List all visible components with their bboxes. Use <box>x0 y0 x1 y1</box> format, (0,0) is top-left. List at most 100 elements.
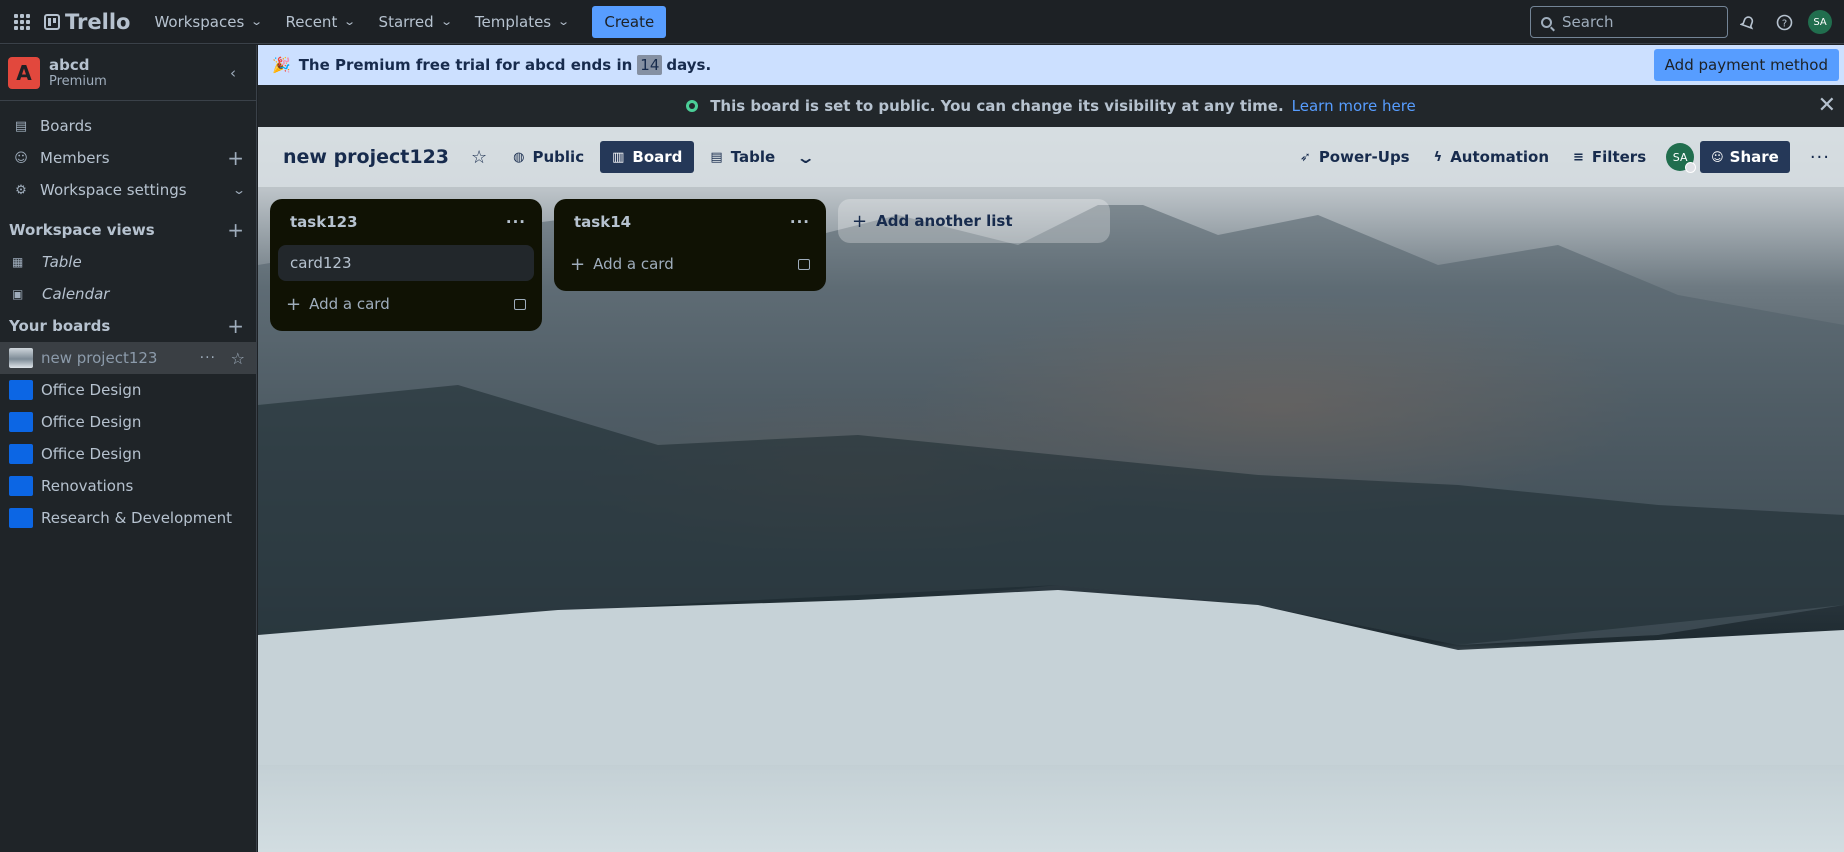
collapse-sidebar-icon[interactable]: ‹ <box>230 64 236 82</box>
star-icon[interactable]: ☆ <box>231 349 245 368</box>
user-avatar[interactable]: SA <box>1808 10 1832 34</box>
action-label: Power-Ups <box>1318 148 1410 166</box>
card[interactable]: card123 <box>278 245 534 281</box>
board-thumbnail <box>9 412 33 432</box>
tab-label: Table <box>730 148 776 166</box>
board-title[interactable]: new project123 <box>283 146 449 168</box>
tab-label: Board <box>632 148 683 166</box>
sidebar-item-members[interactable]: ☺ Members + <box>0 142 256 174</box>
notifications-bell-icon[interactable] <box>1736 10 1760 34</box>
add-board-icon[interactable]: + <box>227 314 244 338</box>
sidebar-board-item[interactable]: Research & Development <box>0 502 256 534</box>
globe-icon <box>686 100 699 112</box>
add-member-icon[interactable]: + <box>227 146 244 170</box>
add-list-button[interactable]: + Add another list <box>838 199 1110 243</box>
sidebar-board-item[interactable]: Office Design <box>0 374 256 406</box>
sidebar-board-item[interactable]: Office Design <box>0 438 256 470</box>
chevron-down-icon: ⌄ <box>343 15 357 28</box>
workspace-name[interactable]: abcd <box>49 56 107 74</box>
your-boards-heading: Your boards + <box>0 310 256 342</box>
visibility-button[interactable]: ◍ Public <box>501 141 596 173</box>
list-header[interactable]: task14 ··· <box>554 199 826 245</box>
power-ups-button[interactable]: ➶ Power-Ups <box>1288 141 1422 173</box>
logo-text: Trello <box>65 9 131 34</box>
board-item-label: Office Design <box>41 381 142 399</box>
add-person-icon: ☺ <box>1711 150 1724 164</box>
workspace-plan: Premium <box>49 74 107 89</box>
recent-menu-label: Recent <box>285 12 338 31</box>
star-icon[interactable]: ☆ <box>471 147 487 168</box>
share-button[interactable]: ☺ Share <box>1700 141 1790 173</box>
views-dropdown[interactable]: ⌄ <box>787 141 824 173</box>
add-view-icon[interactable]: + <box>227 218 244 242</box>
board-item-label: Office Design <box>41 413 142 431</box>
tab-table-view[interactable]: ▤ Table <box>698 141 787 173</box>
starred-menu[interactable]: Starred ⌄ <box>367 6 463 38</box>
tab-board-view[interactable]: ▥ Board <box>600 141 695 173</box>
filters-button[interactable]: ≡ Filters <box>1561 141 1658 173</box>
board-header: new project123 ☆ ◍ Public ▥ Board ▤ Tabl… <box>258 127 1844 187</box>
more-options-icon[interactable]: ··· <box>1810 147 1830 168</box>
search-icon <box>1541 16 1552 28</box>
trial-text: The Premium free trial for abcd ends in <box>298 56 633 74</box>
plus-icon: + <box>852 210 868 232</box>
workspace-avatar[interactable]: A <box>8 56 40 89</box>
add-card-button[interactable]: + Add a card <box>554 245 826 283</box>
help-icon[interactable]: ? <box>1772 10 1796 34</box>
globe-icon: ◍ <box>513 149 525 165</box>
sidebar-view-table[interactable]: ▦ Table <box>0 246 256 278</box>
automation-button[interactable]: ϟ Automation <box>1422 141 1561 173</box>
view-label: Table <box>42 253 82 271</box>
more-options-icon[interactable]: ··· <box>200 350 216 366</box>
rocket-icon: ➶ <box>1299 149 1311 165</box>
sidebar-item-workspace-settings[interactable]: ⚙ Workspace settings ⌄ <box>0 174 256 206</box>
add-card-label: Add a card <box>309 295 390 313</box>
member-avatar[interactable]: SA <box>1666 143 1697 173</box>
add-card-button[interactable]: + Add a card <box>270 285 542 323</box>
trello-logo[interactable]: Trello <box>44 10 130 34</box>
action-label: Filters <box>1591 148 1647 166</box>
list-menu-icon[interactable]: ··· <box>506 213 526 231</box>
learn-more-link[interactable]: Learn more here <box>1292 97 1416 115</box>
section-label: Your boards <box>9 317 111 335</box>
board-item-label: Renovations <box>41 477 134 495</box>
sidebar-view-calendar[interactable]: ▣ Calendar <box>0 278 256 310</box>
close-icon[interactable]: ✕ <box>1818 93 1836 118</box>
workspace-views-heading: Workspace views + <box>0 214 256 246</box>
board-thumbnail <box>9 508 33 528</box>
list-header[interactable]: task123 ··· <box>270 199 542 245</box>
sidebar-board-item[interactable]: new project123 ··· ☆ <box>0 342 256 374</box>
workspaces-menu[interactable]: Workspaces ⌄ <box>142 6 273 38</box>
list-title[interactable]: task123 <box>290 213 358 231</box>
table-icon: ▤ <box>710 149 723 165</box>
sidebar-board-item[interactable]: Renovations <box>0 470 256 502</box>
add-list-label: Add another list <box>876 212 1013 230</box>
starred-menu-label: Starred <box>378 12 434 31</box>
chevron-down-icon: ⌄ <box>795 147 816 167</box>
share-label: Share <box>1729 148 1779 166</box>
list-column: task123 ··· card123 + Add a card <box>270 199 542 331</box>
chevron-down-icon: ⌄ <box>439 15 453 28</box>
template-icon[interactable] <box>514 298 526 310</box>
chevron-down-icon: ⌄ <box>250 15 264 28</box>
public-visibility-banner: This board is set to public. You can cha… <box>258 85 1844 127</box>
view-label: Calendar <box>42 285 110 303</box>
trello-logo-icon <box>44 13 60 30</box>
template-icon[interactable] <box>798 258 810 270</box>
board-thumbnail <box>9 444 33 464</box>
list-column: task14 ··· + Add a card <box>554 199 826 291</box>
board-item-label: Research & Development <box>41 509 233 527</box>
app-switcher-icon[interactable] <box>8 8 36 36</box>
list-menu-icon[interactable]: ··· <box>790 213 810 231</box>
add-payment-button[interactable]: Add payment method <box>1653 49 1839 81</box>
board-thumbnail <box>9 348 33 368</box>
templates-menu-label: Templates <box>474 12 552 31</box>
list-title[interactable]: task14 <box>574 213 631 231</box>
sidebar-item-boards[interactable]: ▤ Boards <box>0 110 256 142</box>
sidebar-board-item[interactable]: Office Design <box>0 406 256 438</box>
workspaces-menu-label: Workspaces <box>154 12 245 31</box>
recent-menu[interactable]: Recent ⌄ <box>273 6 366 38</box>
search-input[interactable]: Search <box>1530 6 1728 38</box>
create-button[interactable]: Create <box>592 5 667 38</box>
templates-menu[interactable]: Templates ⌄ <box>463 6 580 38</box>
